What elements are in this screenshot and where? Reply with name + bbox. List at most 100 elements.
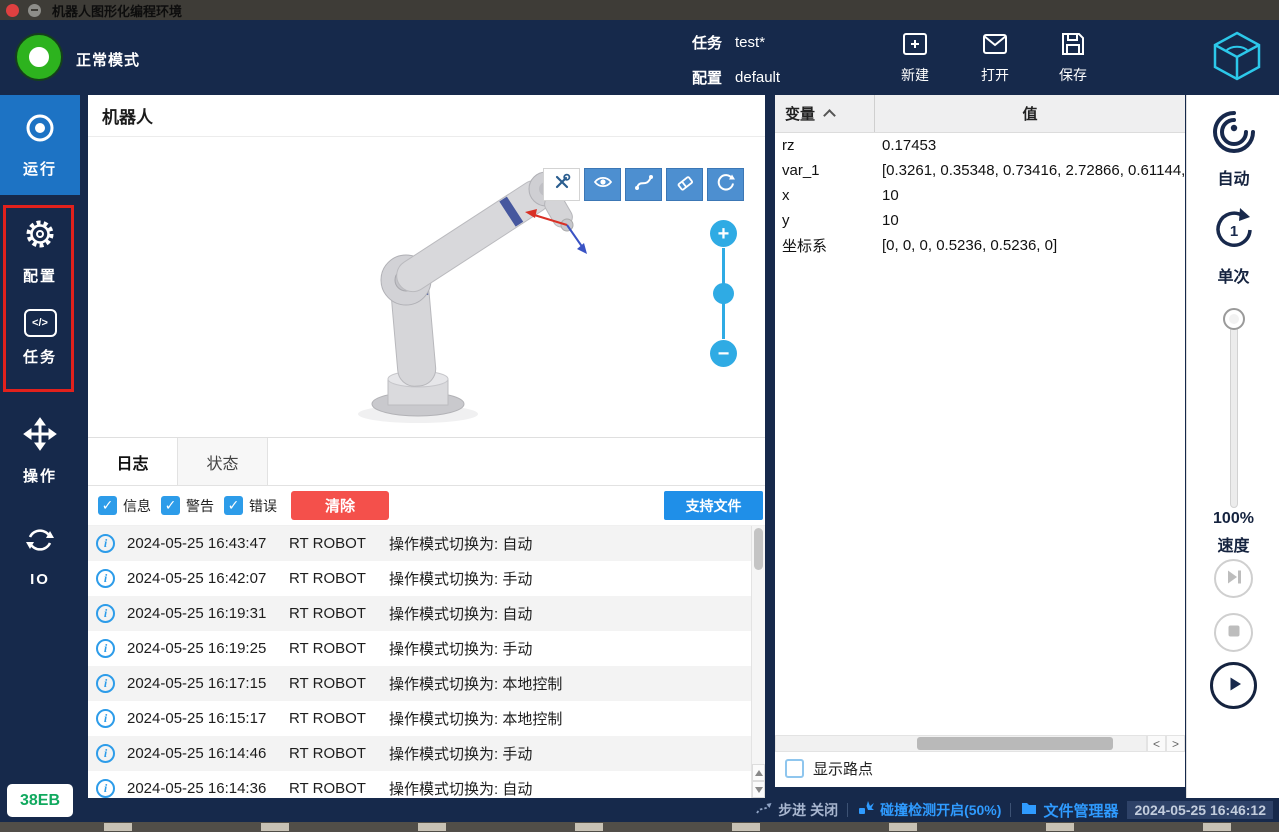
speed-slider-handle[interactable] — [1223, 308, 1245, 330]
left-sidebar: 运行 配置 </> 任务 操作 IO 38EB — [0, 95, 80, 822]
app-header: 正常模式 任务 test* 配置 default 新建 打开 保存 — [0, 20, 1279, 95]
variable-value: 10 — [882, 187, 899, 204]
save-button[interactable]: 保存 — [1041, 29, 1105, 85]
sidebar-item-run[interactable]: 运行 — [0, 95, 80, 195]
hscroll-thumb[interactable] — [916, 737, 1113, 750]
triangle-down-icon — [754, 786, 763, 793]
taskbar-icon[interactable] — [1203, 823, 1231, 831]
variables-header: 变量 值 — [775, 95, 1185, 133]
collapse-chevron-icon[interactable] — [823, 109, 836, 122]
zoom-in-button[interactable]: + — [710, 220, 737, 247]
taskbar-icon[interactable] — [418, 823, 446, 831]
variable-row[interactable]: 坐标系 [0, 0, 0, 0.5236, 0.5236, 0] — [775, 233, 1185, 258]
file-manager-button[interactable]: 文件管理器 — [1020, 800, 1118, 821]
play-button[interactable] — [1210, 662, 1257, 709]
step-forward-button[interactable] — [1214, 559, 1253, 598]
log-row[interactable]: i 2024-05-25 16:14:36 RT ROBOT 操作模式切换为: … — [88, 771, 765, 798]
variable-name: y — [782, 212, 790, 229]
reset-view-button[interactable] — [707, 168, 744, 201]
taskbar-icon[interactable] — [889, 823, 917, 831]
log-row[interactable]: i 2024-05-25 16:14:46 RT ROBOT 操作模式切换为: … — [88, 736, 765, 771]
variable-row[interactable]: y 10 — [775, 208, 1185, 233]
sidebar-item-task[interactable]: </> 任务 — [0, 309, 80, 367]
open-button[interactable]: 打开 — [963, 29, 1027, 85]
new-button[interactable]: 新建 — [883, 29, 947, 85]
variable-row[interactable]: rz 0.17453 — [775, 133, 1185, 158]
support-files-button[interactable]: 支持文件 — [664, 491, 763, 520]
taskbar-icon[interactable] — [261, 823, 289, 831]
speed-percent: 100% — [1213, 510, 1254, 527]
variable-name: 坐标系 — [782, 238, 828, 255]
scroll-right-button[interactable]: > — [1166, 735, 1185, 752]
log-scrollbar[interactable] — [751, 526, 765, 798]
task-value: test* — [735, 34, 766, 51]
folder-icon — [1020, 800, 1038, 821]
sidebar-item-io[interactable]: IO — [0, 523, 80, 588]
scroll-left-button[interactable]: < — [1147, 735, 1166, 752]
code-icon: </> — [23, 309, 57, 337]
step-status[interactable]: 步进 关闭 — [755, 800, 838, 821]
log-row[interactable]: i 2024-05-25 16:17:15 RT ROBOT 操作模式切换为: … — [88, 666, 765, 701]
device-id-badge[interactable]: 38EB — [7, 784, 73, 817]
statusbar-separator — [847, 803, 849, 817]
single-cycle-icon: 1 — [1209, 205, 1259, 258]
auto-mode-button[interactable]: 自动 — [1187, 107, 1279, 189]
info-icon: i — [96, 569, 115, 588]
sidebar-item-operate[interactable]: 操作 — [0, 417, 80, 486]
single-cycle-button[interactable]: 1 单次 — [1187, 205, 1279, 287]
show-waypoints-checkbox[interactable] — [785, 759, 804, 778]
window-minimize-button[interactable] — [28, 3, 41, 17]
variable-value: 0.17453 — [882, 137, 937, 154]
column-variable[interactable]: 变量 — [775, 95, 875, 132]
filter-error-checkbox[interactable]: ✓ — [224, 496, 243, 515]
statusbar: 步进 关闭 碰撞检测开启(50%) 文件管理器 2024-05-25 16:46… — [0, 798, 1279, 822]
scroll-down-button[interactable] — [752, 781, 765, 798]
current-config: 配置 default — [692, 67, 780, 88]
view-toolbar — [543, 168, 744, 201]
window-close-button[interactable] — [6, 3, 19, 17]
show-waypoints-label: 显示路点 — [813, 761, 874, 778]
zoom-slider-handle[interactable] — [713, 283, 734, 304]
tab-status[interactable]: 状态 — [178, 438, 268, 485]
column-value: 值 — [1022, 106, 1038, 123]
variable-row[interactable]: x 10 — [775, 183, 1185, 208]
log-scrollbar-thumb[interactable] — [754, 528, 763, 570]
robot-panel: 机器人 + − — [88, 95, 765, 437]
sidebar-item-config[interactable]: 配置 — [0, 217, 80, 286]
eraser-button[interactable] — [666, 168, 703, 201]
zoom-out-button[interactable]: − — [710, 340, 737, 367]
filter-warning-checkbox[interactable]: ✓ — [161, 496, 180, 515]
log-row[interactable]: i 2024-05-25 16:15:17 RT ROBOT 操作模式切换为: … — [88, 701, 765, 736]
log-row[interactable]: i 2024-05-25 16:43:47 RT ROBOT 操作模式切换为: … — [88, 526, 765, 561]
scroll-up-button[interactable] — [752, 764, 765, 781]
window-titlebar: 机器人图形化编程环境 — [0, 0, 1279, 20]
taskbar — [0, 822, 1279, 832]
log-row[interactable]: i 2024-05-25 16:42:07 RT ROBOT 操作模式切换为: … — [88, 561, 765, 596]
filter-info-checkbox[interactable]: ✓ — [98, 496, 117, 515]
mode-status-indicator-icon — [17, 35, 61, 79]
variable-row[interactable]: var_1 [0.3261, 0.35348, 0.73416, 2.72866… — [775, 158, 1185, 183]
hscroll-track[interactable] — [775, 735, 1147, 752]
speed-slider-track[interactable] — [1230, 312, 1238, 508]
variables-hscrollbar[interactable]: < > — [775, 735, 1185, 752]
log-row[interactable]: i 2024-05-25 16:19:31 RT ROBOT 操作模式切换为: … — [88, 596, 765, 631]
clear-log-button[interactable]: 清除 — [291, 491, 389, 520]
config-label: 配置 — [692, 70, 723, 87]
taskbar-icon[interactable] — [104, 823, 132, 831]
collision-status[interactable]: 碰撞检测开启(50%) — [857, 800, 1001, 821]
taskbar-icon[interactable] — [1046, 823, 1074, 831]
path-button[interactable] — [625, 168, 662, 201]
play-icon — [1222, 672, 1246, 699]
move-arrows-icon — [23, 417, 57, 456]
tab-log[interactable]: 日志 — [88, 438, 178, 485]
status-time: 2024-05-25 16:46:12 — [1127, 801, 1273, 819]
visibility-button[interactable] — [584, 168, 621, 201]
taskbar-icon[interactable] — [575, 823, 603, 831]
eraser-icon — [675, 172, 695, 197]
log-row[interactable]: i 2024-05-25 16:19:25 RT ROBOT 操作模式切换为: … — [88, 631, 765, 666]
tools-button[interactable] — [543, 168, 580, 201]
robot-3d-view[interactable]: + − — [88, 137, 765, 437]
show-waypoints-row: 显示路点 — [785, 758, 873, 779]
taskbar-icon[interactable] — [732, 823, 760, 831]
stop-button[interactable] — [1214, 613, 1253, 652]
